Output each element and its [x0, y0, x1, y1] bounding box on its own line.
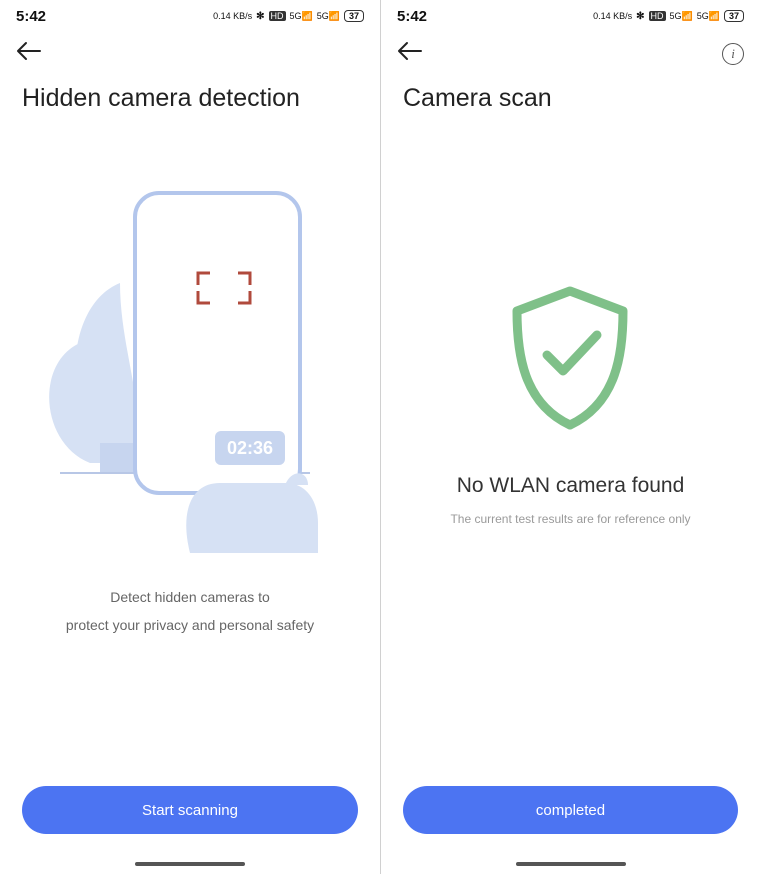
screen-detection: 5:42 0.14 KB/s ✻ HD 5G📶 5G📶 37 Hidden ca…	[0, 0, 380, 874]
page-title: Hidden camera detection	[0, 76, 380, 113]
back-arrow-icon[interactable]	[16, 40, 42, 68]
signal-1: 5G📶	[670, 11, 693, 22]
completed-button[interactable]: completed	[403, 786, 738, 834]
illustration-time-text: 02:36	[227, 438, 273, 458]
result-title: No WLAN camera found	[457, 474, 685, 498]
bluetooth-icon: ✻	[636, 11, 644, 22]
status-time: 5:42	[16, 8, 46, 25]
info-icon[interactable]: i	[722, 43, 744, 65]
status-indicators: 0.14 KB/s ✻ HD 5G📶 5G📶 37	[213, 10, 364, 22]
bluetooth-icon: ✻	[256, 11, 264, 22]
page-title: Camera scan	[381, 76, 760, 113]
battery-level: 37	[344, 10, 364, 22]
illustration-phone-scan: 02:36	[40, 173, 340, 553]
status-time: 5:42	[397, 8, 427, 25]
nav-bar	[0, 32, 380, 76]
signal-2: 5G📶	[697, 11, 720, 22]
description-text: Detect hidden cameras to protect your pr…	[66, 583, 314, 639]
home-indicator[interactable]	[516, 862, 626, 866]
back-arrow-icon[interactable]	[397, 40, 423, 68]
home-indicator[interactable]	[135, 862, 245, 866]
screen-scan-result: 5:42 0.14 KB/s ✻ HD 5G📶 5G📶 37 i Camera …	[380, 0, 760, 874]
nav-bar: i	[381, 32, 760, 76]
hd-badge: HD	[649, 11, 666, 21]
hd-badge: HD	[269, 11, 286, 21]
signal-1: 5G📶	[290, 11, 313, 22]
network-speed: 0.14 KB/s	[593, 11, 632, 21]
status-bar: 5:42 0.14 KB/s ✻ HD 5G📶 5G📶 37	[381, 0, 760, 32]
network-speed: 0.14 KB/s	[213, 11, 252, 21]
result-subtitle: The current test results are for referen…	[450, 512, 690, 526]
shield-check-icon	[505, 283, 635, 438]
description-line-1: Detect hidden cameras to	[66, 583, 314, 611]
status-bar: 5:42 0.14 KB/s ✻ HD 5G📶 5G📶 37	[0, 0, 380, 32]
signal-2: 5G📶	[317, 11, 340, 22]
description-line-2: protect your privacy and personal safety	[66, 611, 314, 639]
battery-level: 37	[724, 10, 744, 22]
start-scanning-button[interactable]: Start scanning	[22, 786, 358, 834]
status-indicators: 0.14 KB/s ✻ HD 5G📶 5G📶 37	[593, 10, 744, 22]
